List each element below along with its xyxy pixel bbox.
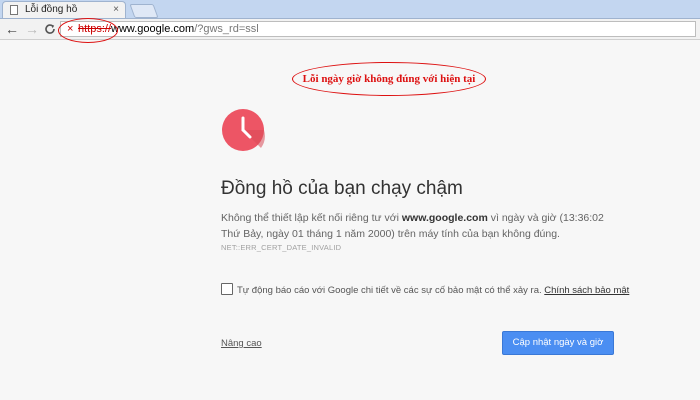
back-button[interactable]: ← [5, 20, 19, 38]
reload-icon [45, 24, 55, 34]
reload-button[interactable] [44, 20, 56, 40]
tab-title: Lỗi đồng hồ [25, 4, 78, 15]
error-description: Không thể thiết lập kết nối riêng tư với… [221, 210, 616, 242]
clock-icon [222, 109, 265, 151]
report-row: Tự động báo cáo với Google chi tiết về c… [221, 283, 629, 297]
new-tab-button[interactable] [129, 4, 159, 18]
url-path: /?gws_rd=ssl [194, 23, 259, 35]
description-text-before: Không thể thiết lập kết nối riêng tư với [221, 212, 402, 224]
page-icon [10, 5, 18, 15]
report-checkbox-label[interactable]: Tự động báo cáo với Google chi tiết về c… [237, 285, 542, 296]
address-bar[interactable]: × https://www.google.com/?gws_rd=ssl [60, 21, 696, 37]
forward-button[interactable]: → [25, 20, 39, 38]
tab-strip: Lỗi đồng hồ × [0, 0, 700, 19]
update-date-time-button[interactable]: Cập nhật ngày và giờ [502, 331, 614, 355]
report-checkbox[interactable] [221, 283, 233, 295]
advanced-link[interactable]: Nâng cao [221, 338, 262, 349]
url-host: www.google.com [111, 23, 195, 35]
annotation-circle [58, 18, 118, 43]
description-host: www.google.com [401, 212, 488, 224]
annotation-label: Lỗi ngày giờ không đúng với hiện tại [292, 62, 486, 96]
browser-tab[interactable]: Lỗi đồng hồ × [2, 1, 126, 18]
tab-close-button[interactable]: × [113, 2, 119, 18]
error-heading: Đồng hồ của bạn chạy chậm [221, 178, 463, 199]
privacy-policy-link[interactable]: Chính sách bảo mật [544, 285, 629, 296]
error-code: NET::ERR_CERT_DATE_INVALID [221, 243, 342, 252]
